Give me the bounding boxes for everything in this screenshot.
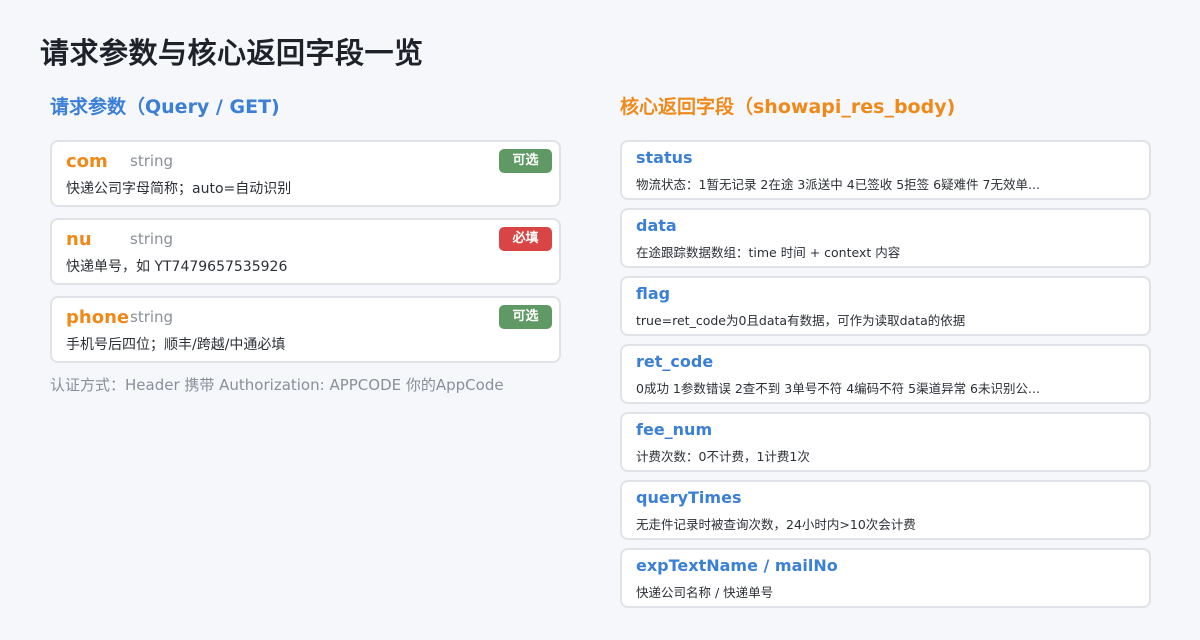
param-description: 手机号后四位；顺丰/跨越/中通必填 <box>66 337 286 353</box>
param-description: 快递公司字母简称；auto=自动识别 <box>66 181 292 197</box>
field-description: true=ret_code为0且data有数据，可作为读取data的依据 <box>636 313 966 328</box>
field-card-status: status 物流状态：1暂无记录 2在途 3派送中 4已签收 5拒签 6疑难件… <box>620 140 1151 200</box>
field-name: status <box>636 148 693 167</box>
page-title: 请求参数与核心返回字段一览 <box>40 36 424 70</box>
optional-badge: 可选 <box>499 305 552 329</box>
response-fields-title: 核心返回字段（showapi_res_body) <box>620 96 956 118</box>
param-card-com: com string 可选 快递公司字母简称；auto=自动识别 <box>50 140 561 207</box>
field-description: 快递公司名称 / 快递单号 <box>636 585 774 600</box>
field-description: 0成功 1参数错误 2查不到 3单号不符 4编码不符 5渠道异常 6未识别公..… <box>636 381 1040 396</box>
request-params-section: 请求参数（Query / GET) com string 可选 快递公司字母简称… <box>50 94 561 395</box>
param-type: string <box>130 230 174 248</box>
field-name: data <box>636 216 677 235</box>
field-card-query-times: queryTimes 无走件记录时被查询次数，24小时内>10次会计费 <box>620 480 1151 540</box>
param-type: string <box>130 152 174 170</box>
param-type: string <box>130 308 174 326</box>
field-name: ret_code <box>636 352 714 371</box>
param-name: com <box>66 151 108 172</box>
param-name: nu <box>66 229 92 250</box>
param-description: 快递单号，如 YT7479657535926 <box>66 259 288 275</box>
field-card-data: data 在途跟踪数据数组：time 时间 + context 内容 <box>620 208 1151 268</box>
field-card-ret-code: ret_code 0成功 1参数错误 2查不到 3单号不符 4编码不符 5渠道异… <box>620 344 1151 404</box>
field-description: 在途跟踪数据数组：time 时间 + context 内容 <box>636 245 901 260</box>
field-name: fee_num <box>636 420 713 439</box>
param-card-nu: nu string 必填 快递单号，如 YT7479657535926 <box>50 218 561 285</box>
field-card-flag: flag true=ret_code为0且data有数据，可作为读取data的依… <box>620 276 1151 336</box>
optional-badge: 可选 <box>499 149 552 173</box>
auth-note: 认证方式：Header 携带 Authorization: APPCODE 你的… <box>50 376 504 394</box>
required-badge: 必填 <box>499 227 552 251</box>
field-name: expTextName / mailNo <box>636 556 838 575</box>
param-name: phone <box>66 307 130 328</box>
field-card-exptextname-mailno: expTextName / mailNo 快递公司名称 / 快递单号 <box>620 548 1151 608</box>
field-description: 物流状态：1暂无记录 2在途 3派送中 4已签收 5拒签 6疑难件 7无效单..… <box>636 177 1040 192</box>
field-name: flag <box>636 284 671 303</box>
request-params-title: 请求参数（Query / GET) <box>50 96 280 118</box>
field-description: 无走件记录时被查询次数，24小时内>10次会计费 <box>636 517 916 532</box>
field-card-fee-num: fee_num 计费次数：0不计费，1计费1次 <box>620 412 1151 472</box>
response-fields-section: 核心返回字段（showapi_res_body) status 物流状态：1暂无… <box>620 94 1151 616</box>
param-card-phone: phone string 可选 手机号后四位；顺丰/跨越/中通必填 <box>50 296 561 363</box>
field-description: 计费次数：0不计费，1计费1次 <box>636 449 810 464</box>
field-name: queryTimes <box>636 488 742 507</box>
